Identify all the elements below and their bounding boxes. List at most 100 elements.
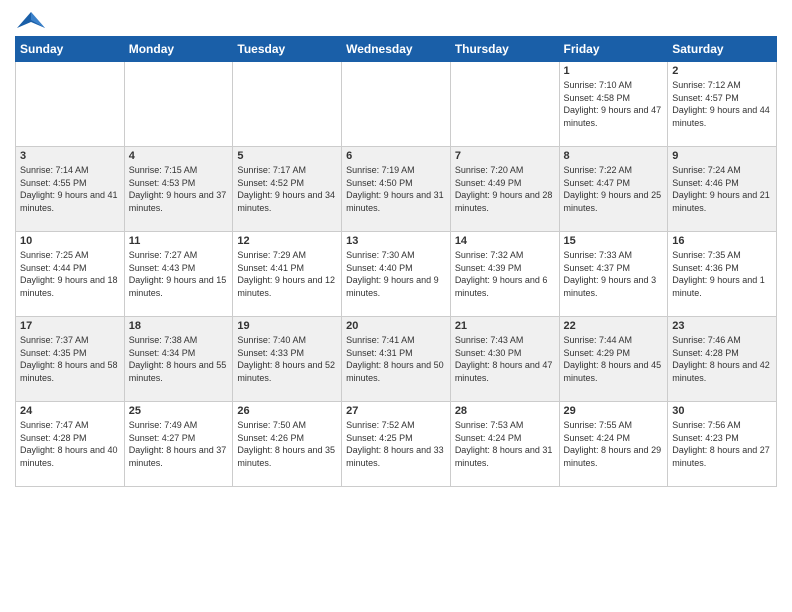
calendar-cell: 19Sunrise: 7:40 AM Sunset: 4:33 PM Dayli… xyxy=(233,317,342,402)
day-info: Sunrise: 7:49 AM Sunset: 4:27 PM Dayligh… xyxy=(129,419,229,469)
header xyxy=(15,10,777,28)
calendar-cell: 21 Sunrise: 7:43 AM Sunset: 4:30 PM Dayli… xyxy=(450,317,559,402)
calendar-cell: 15 Sunrise: 7:33 AM Sunset: 4:37 PM Dayli… xyxy=(559,232,668,317)
calendar-cell xyxy=(16,62,125,147)
calendar-week-3: 10 Sunrise: 7:25 AM Sunset: 4:44 PM Dayli… xyxy=(16,232,777,317)
day-number: 14 xyxy=(455,235,555,247)
calendar-cell: 10 Sunrise: 7:25 AM Sunset: 4:44 PM Dayli… xyxy=(16,232,125,317)
calendar-cell: 17 Sunrise: 7:37 AM Sunset: 4:35 PM Dayli… xyxy=(16,317,125,402)
calendar-cell: 25Sunrise: 7:49 AM Sunset: 4:27 PM Dayli… xyxy=(124,402,233,487)
day-number: 11 xyxy=(129,235,229,247)
day-info: Sunrise: 7:46 AM Sunset: 4:28 PM Dayligh… xyxy=(672,334,772,384)
day-info: Sunrise: 7:47 AM Sunset: 4:28 PM Dayligh… xyxy=(20,419,120,469)
day-info: Sunrise: 7:44 AM Sunset: 4:29 PM Dayligh… xyxy=(564,334,664,384)
calendar-table: SundayMondayTuesdayWednesdayThursdayFrid… xyxy=(15,36,777,487)
calendar-cell: 18 Sunrise: 7:38 AM Sunset: 4:34 PM Dayli… xyxy=(124,317,233,402)
day-number: 12 xyxy=(237,235,337,247)
day-number: 26 xyxy=(237,405,337,417)
calendar-cell: 11 Sunrise: 7:27 AM Sunset: 4:43 PM Dayli… xyxy=(124,232,233,317)
day-number: 4 xyxy=(129,150,229,162)
day-number: 7 xyxy=(455,150,555,162)
day-info: Sunrise: 7:32 AM Sunset: 4:39 PM Dayligh… xyxy=(455,249,555,299)
calendar-cell xyxy=(124,62,233,147)
day-number: 8 xyxy=(564,150,664,162)
day-number: 24 xyxy=(20,405,120,417)
calendar-cell: 5 Sunrise: 7:17 AM Sunset: 4:52 PM Daylig… xyxy=(233,147,342,232)
day-info: Sunrise: 7:41 AM Sunset: 4:31 PM Dayligh… xyxy=(346,334,446,384)
day-info: Sunrise: 7:37 AM Sunset: 4:35 PM Dayligh… xyxy=(20,334,120,384)
weekday-thursday: Thursday xyxy=(450,37,559,62)
day-info: Sunrise: 7:20 AM Sunset: 4:49 PM Dayligh… xyxy=(455,164,555,214)
calendar-cell: 12 Sunrise: 7:29 AM Sunset: 4:41 PM Dayli… xyxy=(233,232,342,317)
calendar-cell: 1 Sunrise: 7:10 AM Sunset: 4:58 PM Daylig… xyxy=(559,62,668,147)
day-number: 17 xyxy=(20,320,120,332)
day-number: 22 xyxy=(564,320,664,332)
day-info: Sunrise: 7:10 AM Sunset: 4:58 PM Dayligh… xyxy=(564,79,664,129)
calendar-cell: 14 Sunrise: 7:32 AM Sunset: 4:39 PM Dayli… xyxy=(450,232,559,317)
day-info: Sunrise: 7:24 AM Sunset: 4:46 PM Dayligh… xyxy=(672,164,772,214)
day-info: Sunrise: 7:33 AM Sunset: 4:37 PM Dayligh… xyxy=(564,249,664,299)
day-info: Sunrise: 7:53 AM Sunset: 4:24 PM Dayligh… xyxy=(455,419,555,469)
day-number: 5 xyxy=(237,150,337,162)
calendar-week-5: 24 Sunrise: 7:47 AM Sunset: 4:28 PM Dayli… xyxy=(16,402,777,487)
day-number: 21 xyxy=(455,320,555,332)
calendar-cell: 3 Sunrise: 7:14 AM Sunset: 4:55 PM Daylig… xyxy=(16,147,125,232)
day-info: Sunrise: 7:27 AM Sunset: 4:43 PM Dayligh… xyxy=(129,249,229,299)
calendar-cell: 29 Sunrise: 7:55 AM Sunset: 4:24 PM Dayli… xyxy=(559,402,668,487)
calendar-week-4: 17 Sunrise: 7:37 AM Sunset: 4:35 PM Dayli… xyxy=(16,317,777,402)
day-info: Sunrise: 7:30 AM Sunset: 4:40 PM Dayligh… xyxy=(346,249,446,299)
calendar-cell: 27 Sunrise: 7:52 AM Sunset: 4:25 PM Dayli… xyxy=(342,402,451,487)
day-number: 1 xyxy=(564,65,664,77)
calendar-cell xyxy=(233,62,342,147)
day-info: Sunrise: 7:55 AM Sunset: 4:24 PM Dayligh… xyxy=(564,419,664,469)
day-info: Sunrise: 7:14 AM Sunset: 4:55 PM Dayligh… xyxy=(20,164,120,214)
weekday-header-row: SundayMondayTuesdayWednesdayThursdayFrid… xyxy=(16,37,777,62)
day-number: 20 xyxy=(346,320,446,332)
day-info: Sunrise: 7:17 AM Sunset: 4:52 PM Dayligh… xyxy=(237,164,337,214)
day-number: 6 xyxy=(346,150,446,162)
calendar-cell: 13 Sunrise: 7:30 AM Sunset: 4:40 PM Dayli… xyxy=(342,232,451,317)
day-number: 29 xyxy=(564,405,664,417)
calendar-cell: 16 Sunrise: 7:35 AM Sunset: 4:36 PM Dayli… xyxy=(668,232,777,317)
calendar-body: 1 Sunrise: 7:10 AM Sunset: 4:58 PM Daylig… xyxy=(16,62,777,487)
calendar-cell: 6Sunrise: 7:19 AM Sunset: 4:50 PM Daylig… xyxy=(342,147,451,232)
day-info: Sunrise: 7:29 AM Sunset: 4:41 PM Dayligh… xyxy=(237,249,337,299)
day-info: Sunrise: 7:35 AM Sunset: 4:36 PM Dayligh… xyxy=(672,249,772,299)
calendar-cell xyxy=(342,62,451,147)
day-info: Sunrise: 7:38 AM Sunset: 4:34 PM Dayligh… xyxy=(129,334,229,384)
day-info: Sunrise: 7:43 AM Sunset: 4:30 PM Dayligh… xyxy=(455,334,555,384)
day-number: 23 xyxy=(672,320,772,332)
calendar-cell: 30Sunrise: 7:56 AM Sunset: 4:23 PM Dayli… xyxy=(668,402,777,487)
calendar-cell: 2Sunrise: 7:12 AM Sunset: 4:57 PM Daylig… xyxy=(668,62,777,147)
day-info: Sunrise: 7:50 AM Sunset: 4:26 PM Dayligh… xyxy=(237,419,337,469)
day-info: Sunrise: 7:22 AM Sunset: 4:47 PM Dayligh… xyxy=(564,164,664,214)
weekday-saturday: Saturday xyxy=(668,37,777,62)
calendar-week-2: 3 Sunrise: 7:14 AM Sunset: 4:55 PM Daylig… xyxy=(16,147,777,232)
day-number: 18 xyxy=(129,320,229,332)
calendar-header: SundayMondayTuesdayWednesdayThursdayFrid… xyxy=(16,37,777,62)
calendar-cell: 22 Sunrise: 7:44 AM Sunset: 4:29 PM Dayli… xyxy=(559,317,668,402)
day-number: 30 xyxy=(672,405,772,417)
weekday-wednesday: Wednesday xyxy=(342,37,451,62)
day-number: 13 xyxy=(346,235,446,247)
day-number: 10 xyxy=(20,235,120,247)
day-info: Sunrise: 7:52 AM Sunset: 4:25 PM Dayligh… xyxy=(346,419,446,469)
weekday-tuesday: Tuesday xyxy=(233,37,342,62)
day-info: Sunrise: 7:25 AM Sunset: 4:44 PM Dayligh… xyxy=(20,249,120,299)
day-number: 15 xyxy=(564,235,664,247)
calendar-cell: 7 Sunrise: 7:20 AM Sunset: 4:49 PM Daylig… xyxy=(450,147,559,232)
calendar-cell: 24 Sunrise: 7:47 AM Sunset: 4:28 PM Dayli… xyxy=(16,402,125,487)
day-number: 9 xyxy=(672,150,772,162)
logo xyxy=(15,10,45,28)
calendar-cell: 20 Sunrise: 7:41 AM Sunset: 4:31 PM Dayli… xyxy=(342,317,451,402)
calendar-cell: 8 Sunrise: 7:22 AM Sunset: 4:47 PM Daylig… xyxy=(559,147,668,232)
calendar-cell xyxy=(450,62,559,147)
day-number: 27 xyxy=(346,405,446,417)
calendar-week-1: 1 Sunrise: 7:10 AM Sunset: 4:58 PM Daylig… xyxy=(16,62,777,147)
calendar-cell: 9 Sunrise: 7:24 AM Sunset: 4:46 PM Daylig… xyxy=(668,147,777,232)
day-info: Sunrise: 7:12 AM Sunset: 4:57 PM Dayligh… xyxy=(672,79,772,129)
day-number: 16 xyxy=(672,235,772,247)
weekday-sunday: Sunday xyxy=(16,37,125,62)
calendar-cell: 26 Sunrise: 7:50 AM Sunset: 4:26 PM Dayli… xyxy=(233,402,342,487)
day-number: 3 xyxy=(20,150,120,162)
